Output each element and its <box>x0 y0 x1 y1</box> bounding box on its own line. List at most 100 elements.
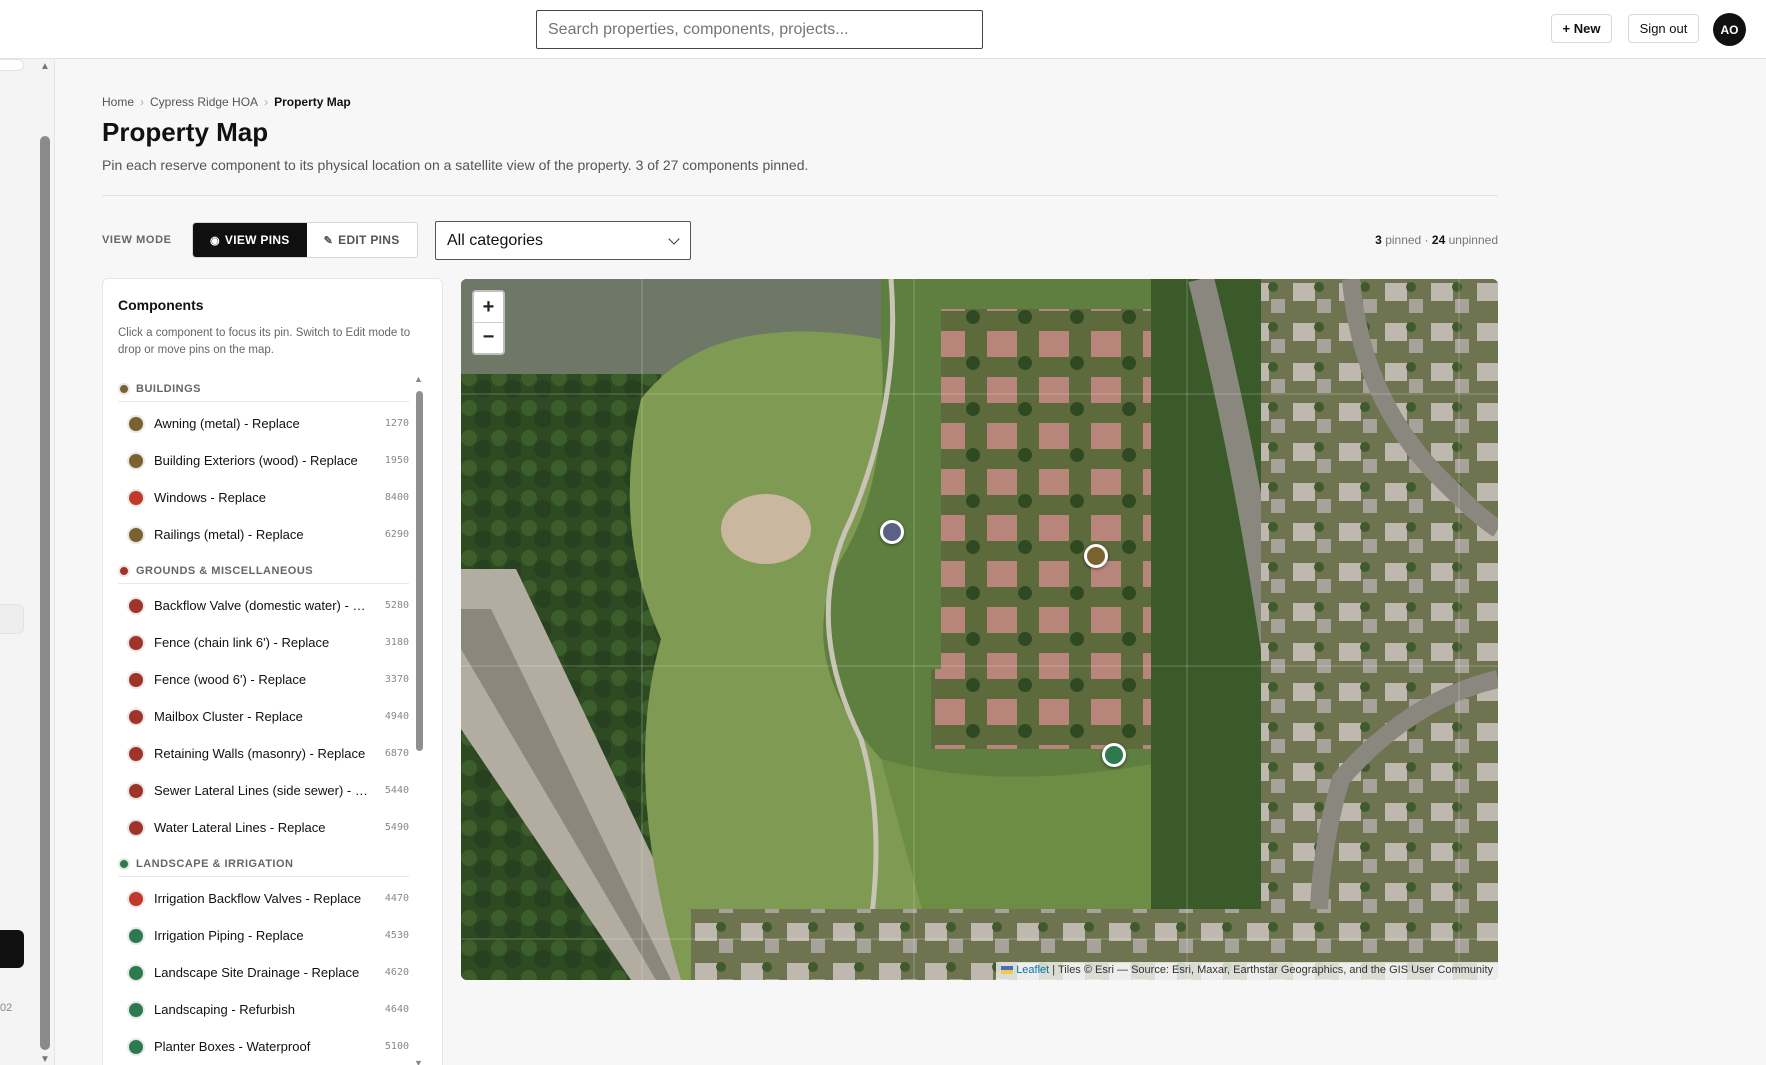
page-scrollbar-thumb[interactable] <box>40 136 50 1050</box>
component-item[interactable]: Planter Boxes - Waterproof 5100 <box>118 1028 409 1065</box>
components-title: Components <box>118 297 204 313</box>
satellite-imagery <box>461 279 1498 980</box>
page-description: Pin each reserve component to its physic… <box>102 157 809 173</box>
category-select[interactable]: All categories <box>435 221 691 260</box>
avatar[interactable]: AO <box>1713 13 1746 46</box>
breadcrumb: Home › Cypress Ridge HOA › Property Map <box>102 95 351 109</box>
chevron-down-icon <box>668 233 680 245</box>
component-item[interactable]: Windows - Replace 8400 <box>118 479 409 516</box>
component-code: 5100 <box>384 1041 409 1052</box>
group-header[interactable]: GROUNDS & MISCELLANEOUS <box>118 558 409 584</box>
component-name: Retaining Walls (masonry) - Replace <box>154 746 366 761</box>
group-header[interactable]: LANDSCAPE & IRRIGATION <box>118 851 409 877</box>
component-name: Landscaping - Refurbish <box>154 1002 295 1017</box>
component-item[interactable]: Awning (metal) - Replace 1270 <box>118 405 409 442</box>
component-dot-icon <box>127 889 145 908</box>
components-help: Click a component to focus its pin. Swit… <box>118 327 411 356</box>
component-name: Irrigation Piping - Replace <box>154 928 304 943</box>
new-button[interactable]: + New <box>1551 14 1612 43</box>
scroll-down-arrow-icon[interactable]: ▼ <box>40 1054 50 1065</box>
flag-icon <box>1001 966 1014 975</box>
component-item[interactable]: Fence (wood 6') - Replace 3370 <box>118 661 409 698</box>
component-item[interactable]: Retaining Walls (masonry) - Replace 6870 <box>118 735 409 772</box>
component-item[interactable]: Sewer Lateral Lines (side sewer) - Repla… <box>118 772 409 809</box>
component-name: Building Exteriors (wood) - Replace <box>154 453 358 468</box>
view-mode-toggle: ◉ VIEW PINS ✎ EDIT PINS <box>192 222 418 258</box>
component-name: Fence (chain link 6') - Replace <box>154 635 330 650</box>
search-input[interactable] <box>536 10 983 49</box>
list-scroll-down-icon[interactable]: ▼ <box>414 1058 423 1065</box>
scroll-up-arrow-icon[interactable]: ▲ <box>40 61 50 72</box>
component-item[interactable]: Mailbox Cluster - Replace 4940 <box>118 698 409 735</box>
category-dot-icon <box>118 564 130 577</box>
component-item[interactable]: Railings (metal) - Replace 6290 <box>118 516 409 553</box>
unpinned-text: unpinned <box>1448 233 1498 247</box>
pencil-icon: ✎ <box>323 234 334 247</box>
component-dot-icon <box>127 963 145 982</box>
component-code: 6290 <box>384 529 409 540</box>
component-item[interactable]: Landscaping - Refurbish 4640 <box>118 991 409 1028</box>
satellite-map[interactable]: + − Leaflet | Tiles © Esri — Source: Esr… <box>461 279 1498 980</box>
map-pin[interactable] <box>880 520 904 544</box>
sidebar-edge-tab[interactable] <box>0 59 24 71</box>
list-scrollbar-thumb[interactable] <box>416 391 423 751</box>
component-name: Awning (metal) - Replace <box>154 416 300 431</box>
component-item[interactable]: Irrigation Piping - Replace 4530 <box>118 917 409 954</box>
component-code: 1950 <box>384 455 409 466</box>
breadcrumb-current: Property Map <box>274 95 351 109</box>
component-item[interactable]: Landscape Site Drainage - Replace 4620 <box>118 954 409 991</box>
leaflet-link[interactable]: Leaflet <box>1016 964 1049 976</box>
component-dot-icon <box>127 596 145 615</box>
component-code: 4620 <box>384 967 409 978</box>
page-title: Property Map <box>102 117 269 147</box>
component-dot-icon <box>127 1037 145 1056</box>
component-dot-icon <box>127 926 145 945</box>
component-code: 3180 <box>384 637 409 648</box>
list-scroll-up-icon[interactable]: ▲ <box>414 374 423 384</box>
component-code: 6870 <box>384 748 409 759</box>
attribution-text: | Tiles © Esri — Source: Esri, Maxar, Ea… <box>1049 964 1493 976</box>
component-code: 8400 <box>384 492 409 503</box>
breadcrumb-property[interactable]: Cypress Ridge HOA <box>150 95 258 109</box>
component-code: 4640 <box>384 1004 409 1015</box>
component-code: 5440 <box>384 785 409 796</box>
component-item[interactable]: Building Exteriors (wood) - Replace 1950 <box>118 442 409 479</box>
sign-out-button[interactable]: Sign out <box>1628 14 1699 43</box>
zoom-control: + − <box>472 290 505 355</box>
unpinned-count: 24 <box>1431 233 1446 247</box>
component-dot-icon <box>127 818 145 837</box>
component-code: 3370 <box>384 674 409 685</box>
sidebar-active-item[interactable] <box>0 930 24 968</box>
component-name: Irrigation Backflow Valves - Replace <box>154 891 362 906</box>
category-dot-icon <box>118 857 130 870</box>
component-item[interactable]: Fence (chain link 6') - Replace 3180 <box>118 624 409 661</box>
component-name: Planter Boxes - Waterproof <box>154 1039 311 1054</box>
component-code: 4470 <box>384 893 409 904</box>
component-item[interactable]: Backflow Valve (domestic water) - Replac… <box>118 587 409 624</box>
zoom-in-button[interactable]: + <box>474 292 503 322</box>
component-name: Fence (wood 6') - Replace <box>154 672 307 687</box>
component-code: 4530 <box>384 930 409 941</box>
component-name: Mailbox Cluster - Replace <box>154 709 303 724</box>
components-panel: Components Click a component to focus it… <box>102 278 443 1065</box>
sidebar-edge-item[interactable] <box>0 604 24 634</box>
component-code: 1270 <box>384 418 409 429</box>
map-pin[interactable] <box>1102 743 1126 767</box>
edit-pins-button[interactable]: ✎ EDIT PINS <box>306 223 417 257</box>
zoom-out-button[interactable]: − <box>474 322 503 352</box>
group-header[interactable]: BUILDINGS <box>118 376 409 402</box>
view-pins-button[interactable]: ◉ VIEW PINS <box>193 223 307 257</box>
header-divider <box>102 195 1498 196</box>
breadcrumb-home[interactable]: Home <box>102 95 134 109</box>
sidebar-footer-text: 02 <box>0 1002 13 1014</box>
component-item[interactable]: Water Lateral Lines - Replace 5490 <box>118 809 409 846</box>
component-name: Landscape Site Drainage - Replace <box>154 965 360 980</box>
component-dot-icon <box>127 744 145 763</box>
component-item[interactable]: Irrigation Backflow Valves - Replace 4470 <box>118 880 409 917</box>
category-dot-icon <box>118 382 130 395</box>
view-pins-label: VIEW PINS <box>224 233 290 247</box>
component-dot-icon <box>127 633 145 652</box>
component-name: Sewer Lateral Lines (side sewer) - Repla… <box>154 783 371 798</box>
map-attribution: Leaflet | Tiles © Esri — Source: Esri, M… <box>996 962 1498 980</box>
map-pin[interactable] <box>1084 544 1108 568</box>
